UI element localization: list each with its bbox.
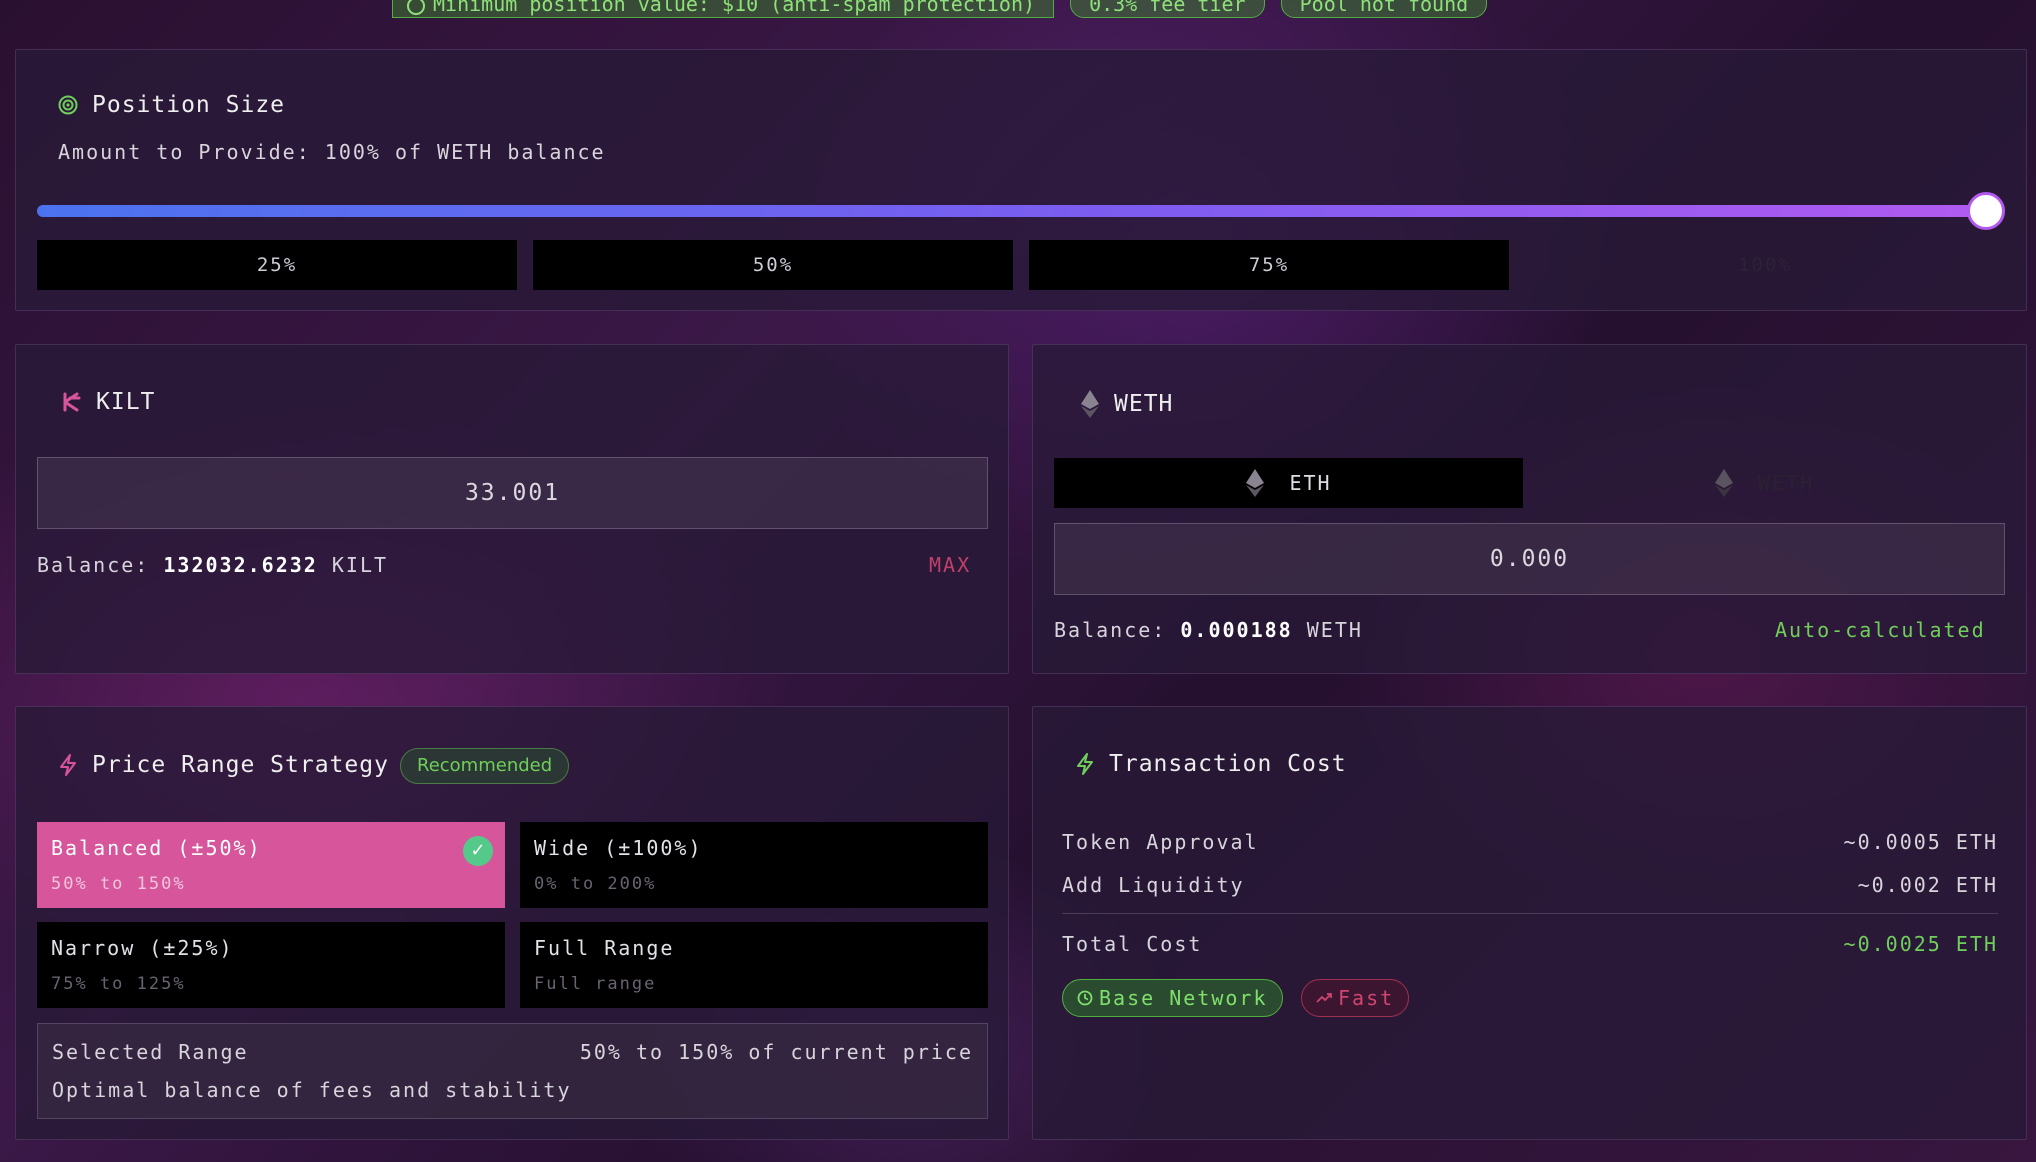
strategy-option-name: Full Range — [534, 936, 675, 960]
weth-balance-label: Balance: — [1054, 618, 1167, 642]
auto-calculated-label: Auto-calculated — [1775, 618, 1986, 642]
kilt-balance: Balance: 132032.6232 KILT — [37, 553, 388, 577]
kilt-logo-icon — [62, 392, 82, 412]
cost-value: ~0.0005 ETH — [1843, 830, 1998, 854]
check-icon: ✓ — [463, 836, 493, 866]
cost-value: ~0.002 ETH — [1857, 873, 1998, 897]
strategy-option-name: Balanced (±50%) — [51, 836, 262, 860]
recommended-badge: Recommended — [400, 748, 570, 784]
kilt-balance-label: Balance: — [37, 553, 150, 577]
kilt-balance-value: 132032.6232 — [163, 553, 318, 577]
strategy-option-name: Wide (±100%) — [534, 836, 703, 860]
position-size-title-text: Position Size — [92, 92, 286, 118]
weth-balance-unit: WETH — [1306, 618, 1363, 642]
trending-up-icon — [1316, 990, 1332, 1006]
selected-range-description: Optimal balance of fees and stability — [52, 1078, 572, 1102]
eth-toggle-label: ETH — [1289, 471, 1332, 495]
ethereum-icon — [1714, 468, 1734, 498]
cost-divider — [1062, 913, 1998, 914]
strategy-option-balanced[interactable]: Balanced (±50%) 50% to 150% ✓ — [37, 822, 505, 908]
strategy-option-full-range[interactable]: Full Range Full range — [520, 922, 988, 1008]
cost-label: Add Liquidity — [1062, 873, 1245, 897]
lightning-icon — [1075, 753, 1095, 775]
base-network-label: Base Network — [1099, 986, 1268, 1010]
target-icon — [58, 95, 78, 115]
fee-tier-badge: 0.3% fee tier — [1070, 0, 1265, 18]
cost-label: Token Approval — [1062, 830, 1259, 854]
weth-toggle-label: WETH — [1757, 471, 1815, 495]
kilt-title-text: KILT — [96, 389, 156, 415]
top-banner: Minimum position value: $10 (anti-spam p… — [392, 0, 1488, 18]
ethereum-icon — [1080, 389, 1100, 419]
base-network-pill: Base Network — [1062, 979, 1283, 1017]
position-slider-thumb[interactable] — [1967, 192, 2005, 230]
max-button[interactable]: MAX — [929, 553, 971, 577]
cost-row-token-approval: Token Approval ~0.0005 ETH — [1062, 830, 1998, 854]
kilt-balance-unit: KILT — [331, 553, 389, 577]
fast-speed-pill: Fast — [1301, 979, 1410, 1017]
transaction-cost-title-text: Transaction Cost — [1109, 751, 1347, 777]
min-value-text: Minimum position value: $10 (anti-spam p… — [433, 0, 1036, 16]
pct-button-50[interactable]: 50% — [533, 240, 1013, 290]
cost-row-total: Total Cost ~0.0025 ETH — [1062, 932, 1998, 956]
weth-toggle-button[interactable]: WETH — [1530, 458, 1998, 508]
total-cost-label: Total Cost — [1062, 932, 1203, 956]
clock-icon — [1077, 990, 1093, 1006]
fast-label: Fast — [1338, 986, 1395, 1010]
weth-amount-input[interactable]: 0.000 — [1054, 523, 2005, 595]
strategy-option-range: 0% to 200% — [534, 874, 657, 894]
min-value-notice: Minimum position value: $10 (anti-spam p… — [392, 0, 1055, 18]
selected-range-box: Selected Range 50% to 150% of current pr… — [37, 1023, 988, 1119]
kilt-title: KILT — [62, 389, 155, 415]
eth-toggle-button[interactable]: ETH — [1054, 458, 1523, 508]
strategy-option-range: 50% to 150% — [51, 874, 186, 894]
strategy-option-range: 75% to 125% — [51, 974, 186, 994]
strategy-option-name: Narrow (±25%) — [51, 936, 234, 960]
pct-button-25[interactable]: 25% — [37, 240, 517, 290]
pct-button-75[interactable]: 75% — [1029, 240, 1509, 290]
strategy-option-narrow[interactable]: Narrow (±25%) 75% to 125% — [37, 922, 505, 1008]
cost-row-add-liquidity: Add Liquidity ~0.002 ETH — [1062, 873, 1998, 897]
selected-range-value: 50% to 150% of current price — [579, 1040, 973, 1064]
transaction-cost-title: Transaction Cost — [1075, 751, 1347, 777]
ethereum-icon — [1245, 468, 1265, 498]
weth-title-text: WETH — [1114, 391, 1174, 417]
weth-balance: Balance: 0.000188 WETH — [1054, 618, 1363, 642]
lightning-icon — [58, 754, 78, 776]
weth-balance-value: 0.000188 — [1180, 618, 1293, 642]
pool-status-badge: Pool not found — [1280, 0, 1488, 18]
total-cost-value: ~0.0025 ETH — [1843, 932, 1998, 956]
position-size-title: Position Size — [58, 92, 285, 118]
amount-to-provide-text: Amount to Provide: 100% of WETH balance — [58, 140, 606, 164]
info-icon — [407, 0, 425, 15]
strategy-title: Price Range Strategy — [58, 752, 389, 778]
strategy-option-range: Full range — [534, 974, 657, 994]
position-slider-track[interactable] — [37, 205, 2005, 217]
pct-button-100[interactable]: 100% — [1525, 240, 2005, 290]
weth-title: WETH — [1080, 389, 1173, 419]
strategy-title-text: Price Range Strategy — [92, 752, 389, 778]
strategy-option-wide[interactable]: Wide (±100%) 0% to 200% — [520, 822, 988, 908]
kilt-amount-input[interactable]: 33.001 — [37, 457, 988, 529]
selected-range-label: Selected Range — [52, 1040, 249, 1064]
